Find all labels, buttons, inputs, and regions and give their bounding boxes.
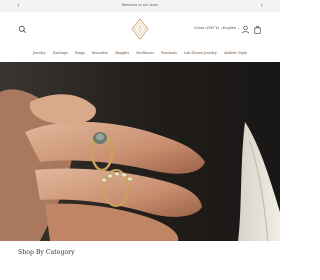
nav-item-rings[interactable]: Rings — [75, 49, 85, 57]
section-title: Shop By Category — [18, 249, 75, 256]
search-icon[interactable] — [18, 25, 27, 34]
nav-item-earrings[interactable]: Earrings — [53, 49, 68, 57]
nav-item-lab-grown-jewelry[interactable]: Lab-Grown jewelry — [184, 49, 217, 57]
announcement-message: Welcome to our store — [121, 3, 159, 7]
site-header: China (CNY ¥) ⌄ English ⌄ Jewelry Earrin… — [0, 12, 280, 62]
country-selector[interactable]: China (CNY ¥) ⌄ — [194, 26, 223, 30]
hero-banner[interactable] — [0, 62, 280, 241]
hand-with-diamond-rings — [0, 62, 280, 241]
main-nav: Jewelry Earrings Rings Bracelets Bangles… — [0, 49, 280, 57]
account-icon[interactable] — [241, 25, 250, 34]
nav-item-jewelry[interactable]: Jewelry — [33, 49, 46, 57]
country-label: China (CNY ¥) — [194, 26, 220, 30]
language-selector[interactable]: English ⌄ — [223, 26, 240, 30]
language-label: English — [223, 26, 236, 30]
chevron-right-icon[interactable]: › — [261, 2, 263, 10]
nav-item-necklaces[interactable]: Necklaces — [136, 49, 154, 57]
nav-item-bangles[interactable]: Bangles — [115, 49, 129, 57]
nav-item-bracelets[interactable]: Bracelets — [92, 49, 108, 57]
nav-item-pendants[interactable]: Pendants — [161, 49, 177, 57]
nav-item-athletic-style[interactable]: Athletic Style — [224, 49, 247, 57]
diamond-logo[interactable] — [131, 18, 149, 40]
cart-icon[interactable] — [253, 25, 262, 34]
